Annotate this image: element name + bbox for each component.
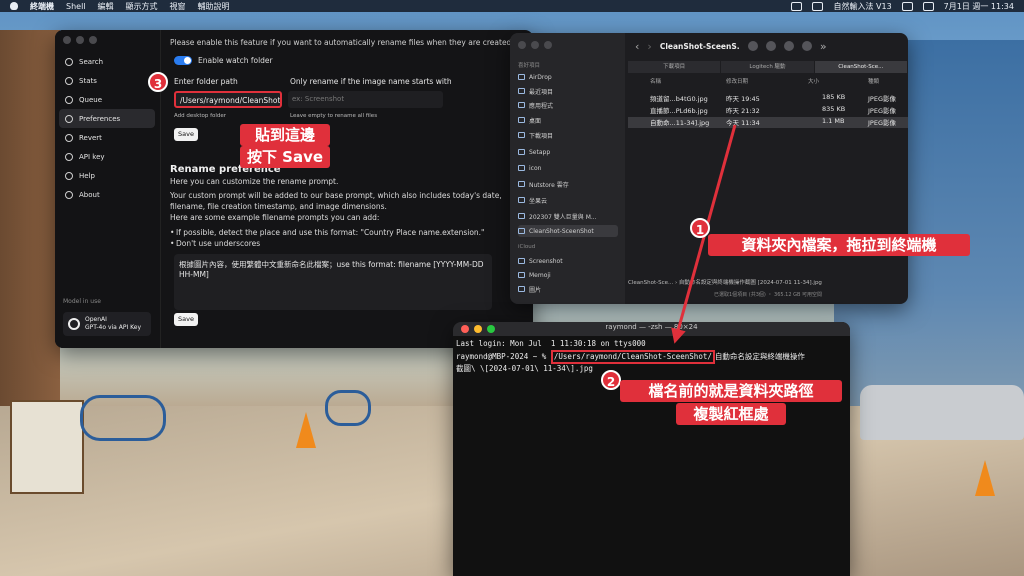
callout-1: 資料夾內檔案，拖拉到終端機 bbox=[708, 234, 970, 256]
callout-2b: 複製紅框處 bbox=[676, 403, 786, 425]
callout-3b: 按下 Save bbox=[240, 146, 330, 168]
callout-2a: 檔名前的就是資料夾路徑 bbox=[620, 380, 842, 402]
step-1-badge: 1 bbox=[690, 218, 710, 238]
step-2-badge: 2 bbox=[601, 370, 621, 390]
step-3-badge: 3 bbox=[148, 72, 168, 92]
callout-3a: 貼到這邊 bbox=[240, 124, 330, 146]
